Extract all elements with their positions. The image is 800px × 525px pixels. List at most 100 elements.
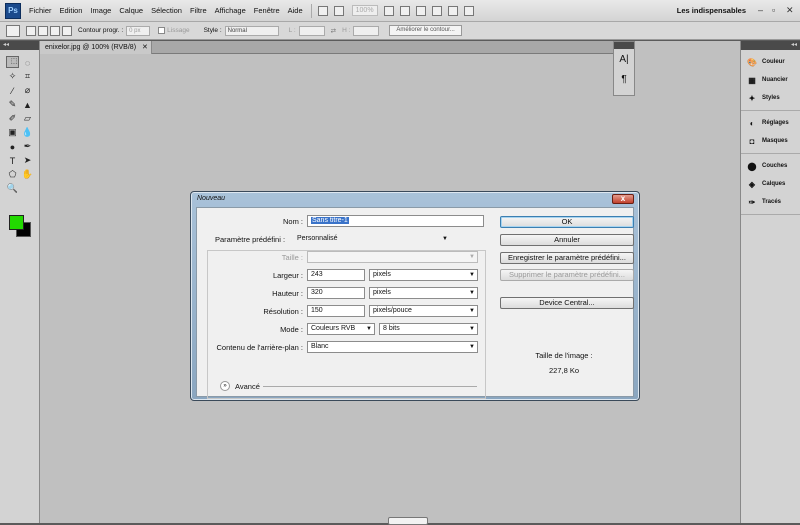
preset-select[interactable]: Personnalisé ▼: [294, 234, 450, 246]
mode-select[interactable]: Couleurs RVB ▼: [307, 323, 375, 335]
resolution-unit-select[interactable]: pixels/pouce ▼: [369, 305, 478, 317]
background-content-select[interactable]: Blanc ▼: [307, 341, 478, 353]
zoom-level[interactable]: 100%: [351, 5, 378, 16]
arrange-icon[interactable]: [447, 5, 458, 16]
character-icon[interactable]: A|: [614, 49, 634, 69]
height-label: H :: [342, 27, 351, 34]
antialias-checkbox[interactable]: [158, 27, 166, 34]
size-select[interactable]: ▼: [307, 251, 478, 263]
bottom-handle[interactable]: [388, 517, 428, 525]
rotate-icon[interactable]: [415, 5, 426, 16]
resolution-unit: pixels/pouce: [373, 307, 412, 314]
panel-masques[interactable]: ◘ Masques: [741, 132, 800, 150]
menu-selection[interactable]: Sélection: [151, 6, 182, 15]
layers-icon: ◈: [748, 179, 756, 189]
ok-button[interactable]: OK: [500, 216, 634, 228]
healing-tool-icon[interactable]: ⌀: [21, 84, 34, 97]
panel-nuancier[interactable]: ▦ Nuancier: [741, 71, 800, 89]
paragraph-icon[interactable]: ¶: [614, 69, 634, 89]
zoom-tool-icon[interactable]: 🔍: [6, 182, 19, 195]
gradient-tool-icon[interactable]: ▣: [6, 126, 19, 139]
dodge-tool-icon[interactable]: ●: [6, 140, 19, 153]
width-input[interactable]: [298, 25, 325, 36]
save-preset-button[interactable]: Enregistrer le paramètre prédéfini...: [500, 252, 634, 264]
screen-mode-icon[interactable]: [333, 5, 344, 16]
dialog-body: Nom : Sans titre-1 Paramètre prédéfini :…: [196, 207, 634, 399]
tab-close-icon[interactable]: ✕: [142, 44, 148, 51]
menu-aide[interactable]: Aide: [288, 6, 303, 15]
cancel-button[interactable]: Annuler: [500, 234, 634, 246]
advanced-label[interactable]: Avancé: [235, 382, 260, 391]
width-unit-select[interactable]: pixels ▼: [369, 269, 478, 281]
advanced-toggle-icon[interactable]: »: [220, 381, 230, 391]
height-unit-select[interactable]: pixels ▼: [369, 287, 478, 299]
brush-tool-icon[interactable]: ✎: [6, 98, 19, 111]
blur-tool-icon[interactable]: 💧: [21, 126, 34, 139]
delete-preset-button[interactable]: Supprimer le paramètre prédéfini...: [500, 269, 634, 281]
bit-depth-select[interactable]: 8 bits ▼: [379, 323, 478, 335]
panel-traces[interactable]: ✑ Tracés: [741, 193, 800, 211]
channels-icon: ⬤: [747, 161, 757, 171]
photoshop-logo[interactable]: Ps: [5, 2, 21, 19]
pen-tool-icon[interactable]: ✒: [21, 140, 34, 153]
height-input[interactable]: [353, 25, 380, 36]
menu-filtre[interactable]: Filtre: [190, 6, 207, 15]
bridge-icon[interactable]: [317, 5, 328, 16]
refine-edge-button[interactable]: Améliorer le contour...: [389, 25, 462, 36]
width-input[interactable]: 243: [307, 269, 365, 281]
grid-icon[interactable]: [431, 5, 442, 16]
panel-calques[interactable]: ◈ Calques: [741, 175, 800, 193]
hand-icon[interactable]: [383, 5, 394, 16]
menu-calque[interactable]: Calque: [119, 6, 143, 15]
document-tab[interactable]: enixelor.jpg @ 100% (RVB/8) ✕: [40, 41, 152, 54]
text-tool-icon[interactable]: T: [6, 154, 19, 167]
eyedropper-tool-icon[interactable]: ⁄: [6, 84, 19, 97]
marquee-tool-icon[interactable]: ⬚: [6, 56, 19, 68]
restore-icon[interactable]: ▫: [772, 5, 775, 15]
close-icon[interactable]: ✕: [786, 5, 794, 16]
device-central-button[interactable]: Device Central...: [500, 297, 634, 309]
width-label: Largeur :: [272, 271, 303, 280]
new-selection-icon[interactable]: [26, 25, 36, 36]
collapse-icon[interactable]: ◂◂: [0, 41, 39, 50]
workspace-switcher[interactable]: Les indispensables: [677, 6, 746, 15]
panel-couches[interactable]: ⬤ Couches: [741, 157, 800, 175]
screen-icon[interactable]: [463, 5, 474, 16]
panel-couleur[interactable]: 🎨 Couleur: [741, 53, 800, 71]
lasso-tool-icon[interactable]: ◌: [21, 56, 34, 69]
foreground-color-swatch[interactable]: [9, 215, 24, 230]
panel-reglages[interactable]: ◐ Réglages: [741, 114, 800, 132]
swap-icon[interactable]: ⇄: [331, 27, 336, 35]
panel-label: Nuancier: [762, 77, 788, 83]
history-brush-tool-icon[interactable]: ✐: [6, 112, 19, 125]
tools-panel: ◂◂ ⬚ ✥ ◌ ✧ ⌗ ⁄ ⌀ ✎ ▲ ✐ ▱ ▣ 💧 ● ✒ T ➤ ⬠ ✋…: [0, 41, 40, 523]
strip-header[interactable]: [614, 42, 634, 49]
expand-icon[interactable]: ◂◂: [741, 41, 800, 50]
panel-styles[interactable]: ✦ Styles: [741, 89, 800, 107]
menu-edition[interactable]: Edition: [60, 6, 83, 15]
subtract-selection-icon[interactable]: [50, 25, 60, 36]
hand-tool-icon[interactable]: ✋: [21, 168, 34, 181]
menu-affichage[interactable]: Affichage: [215, 6, 246, 15]
shape-tool-icon[interactable]: ⬠: [6, 168, 19, 181]
height-input[interactable]: 320: [307, 287, 365, 299]
minimize-icon[interactable]: –: [758, 5, 763, 15]
menu-fenetre[interactable]: Fenêtre: [254, 6, 280, 15]
marquee-preset-icon[interactable]: [6, 24, 20, 37]
add-selection-icon[interactable]: [38, 25, 48, 36]
path-selection-tool-icon[interactable]: ➤: [21, 154, 34, 167]
crop-tool-icon[interactable]: ⌗: [21, 70, 34, 83]
stamp-tool-icon[interactable]: ▲: [21, 98, 34, 111]
style-select[interactable]: Normal: [224, 25, 279, 36]
dialog-close-button[interactable]: x: [612, 194, 634, 204]
magic-wand-tool-icon[interactable]: ✧: [6, 70, 19, 83]
zoom-icon[interactable]: [399, 5, 410, 16]
menu-fichier[interactable]: Fichier: [29, 6, 52, 15]
name-field[interactable]: Sans titre-1: [307, 215, 484, 227]
intersect-selection-icon[interactable]: [62, 25, 72, 36]
menu-image[interactable]: Image: [90, 6, 111, 15]
chevron-down-icon: ▼: [469, 254, 475, 260]
feather-input[interactable]: 0 px: [126, 25, 151, 36]
eraser-tool-icon[interactable]: ▱: [21, 112, 34, 125]
resolution-input[interactable]: 150: [307, 305, 365, 317]
